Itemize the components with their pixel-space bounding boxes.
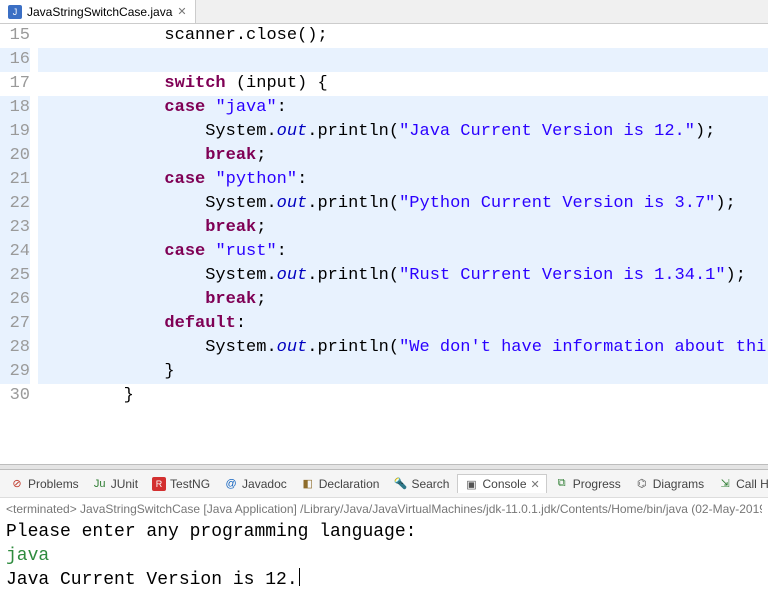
callh-icon: ⇲ [718,477,732,491]
view-tab-label: TestNG [170,477,210,491]
line-number: 23 [0,216,30,240]
code-line[interactable]: System.out.println("We don't have inform… [38,336,768,360]
code-line[interactable] [38,48,768,72]
line-number: 20 [0,144,30,168]
view-tab-label: JUnit [111,477,138,491]
testng-icon: R [152,477,166,491]
code-area[interactable]: scanner.close(); switch (input) { case "… [38,24,768,464]
line-number: 15 [0,24,30,48]
view-tab-label: Declaration [319,477,380,491]
tab-problems[interactable]: ⊘ Problems [4,475,85,493]
line-number: 26 [0,288,30,312]
line-number: 21 [0,168,30,192]
close-icon[interactable]: ✕ [531,478,540,491]
tab-diagrams[interactable]: ⌬ Diagrams [629,475,710,493]
line-number: 30 [0,384,30,408]
code-line[interactable]: } [38,384,768,408]
line-number: 25 [0,264,30,288]
code-line[interactable]: break; [38,288,768,312]
line-number: 24 [0,240,30,264]
javadoc-icon: @ [224,477,238,491]
console-stdin-line: java [6,544,762,568]
line-number: 18 [0,96,30,120]
line-number: 29 [0,360,30,384]
view-tab-label: Diagrams [653,477,704,491]
tab-junit[interactable]: Ju JUnit [87,475,144,493]
code-line[interactable]: break; [38,144,768,168]
text-caret [299,568,300,586]
tab-javadoc[interactable]: @ Javadoc [218,475,293,493]
search-icon: 🔦 [393,477,407,491]
console-icon: ▣ [464,477,478,491]
file-tab[interactable]: J JavaStringSwitchCase.java ✕ [0,0,196,23]
code-line[interactable]: System.out.println("Java Current Version… [38,120,768,144]
code-line[interactable]: break; [38,216,768,240]
java-file-icon: J [8,5,22,19]
view-tab-label: Call Hierar [736,477,768,491]
code-line[interactable]: case "python": [38,168,768,192]
file-tab-label: JavaStringSwitchCase.java [27,5,172,19]
tab-progress[interactable]: ⧉ Progress [549,475,627,493]
editor-tab-bar: J JavaStringSwitchCase.java ✕ [0,0,768,24]
diagrams-icon: ⌬ [635,477,649,491]
line-number: 28 [0,336,30,360]
line-number: 27 [0,312,30,336]
tab-call-hierar[interactable]: ⇲ Call Hierar [712,475,768,493]
views-tab-bar: ⊘ Problems Ju JUnit R TestNG @ Javadoc ◧ Declarat… [0,470,768,498]
close-icon[interactable]: ✕ [177,5,186,18]
line-number-gutter: 15161718192021222324252627282930 [0,24,38,464]
code-editor[interactable]: 15161718192021222324252627282930 scanner… [0,24,768,464]
decl-icon: ◧ [301,477,315,491]
progress-icon: ⧉ [555,477,569,491]
view-tab-label: Problems [28,477,79,491]
line-number: 19 [0,120,30,144]
tab-declaration[interactable]: ◧ Declaration [295,475,386,493]
code-line[interactable]: System.out.println("Python Current Versi… [38,192,768,216]
view-tab-label: Console [482,477,526,491]
console-panel: <terminated> JavaStringSwitchCase [Java … [0,498,768,598]
console-stdout-line: Please enter any programming language: [6,520,762,544]
tab-console[interactable]: ▣ Console ✕ [457,474,546,493]
line-number: 22 [0,192,30,216]
junit-icon: Ju [93,477,107,491]
line-number: 16 [0,48,30,72]
view-tab-label: Progress [573,477,621,491]
code-line[interactable]: case "rust": [38,240,768,264]
console-stdout-line: Java Current Version is 12. [6,568,762,592]
tab-testng[interactable]: R TestNG [146,475,216,493]
line-number: 17 [0,72,30,96]
code-line[interactable]: } [38,360,768,384]
code-line[interactable]: default: [38,312,768,336]
view-tab-label: Javadoc [242,477,287,491]
view-tab-label: Search [411,477,449,491]
console-output[interactable]: Please enter any programming language:ja… [6,520,762,592]
code-line[interactable]: scanner.close(); [38,24,768,48]
problems-icon: ⊘ [10,477,24,491]
console-status: <terminated> JavaStringSwitchCase [Java … [6,502,762,516]
tab-search[interactable]: 🔦 Search [387,475,455,493]
code-line[interactable]: switch (input) { [38,72,768,96]
code-line[interactable]: case "java": [38,96,768,120]
code-line[interactable]: System.out.println("Rust Current Version… [38,264,768,288]
